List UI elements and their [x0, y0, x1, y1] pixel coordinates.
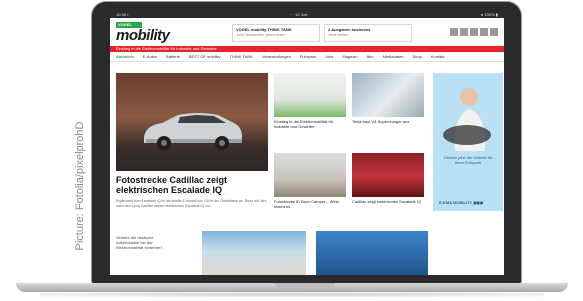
status-right: ● 100% ▮	[480, 12, 498, 17]
header-promo-1[interactable]: VOGEL mobility THINK TANK Jetzt Newslett…	[232, 24, 320, 42]
main-nav: Aktuelles E-Autos Batterie BEST OF mobil…	[110, 52, 504, 62]
charger-image	[274, 73, 346, 117]
nav-item[interactable]: E-Autos	[143, 52, 157, 61]
nav-item[interactable]: Fuhrpark	[300, 52, 316, 61]
hero-text: Fotostrecke Cadillac zeigt elektrischen …	[116, 175, 268, 208]
nav-item[interactable]: Aktuelles	[116, 52, 134, 61]
promo-2-sub: Jetzt testen	[328, 32, 349, 37]
camper-van-image[interactable]	[202, 231, 306, 275]
laptop-shadow	[40, 292, 544, 297]
menu-icon[interactable]	[490, 28, 498, 36]
content-grid: Fotostrecke Cadillac zeigt elektrischen …	[116, 73, 503, 275]
share-icon[interactable]	[480, 28, 488, 36]
status-left: 10:30 ▪	[116, 12, 129, 17]
promo-1-sub: Jetzt Newsletter abonnieren	[236, 32, 286, 37]
laptop-screen: 10:30 ▪ ··· 12 Jun. ● 100% ▮ VOGEL mobil…	[110, 11, 504, 275]
nav-item[interactable]: Shop	[413, 52, 422, 61]
article-tile[interactable]: Tesla baut V4-Supercharger aus	[352, 73, 424, 124]
sidebar-ad[interactable]: Gewinn jetzt die Vorteile für Ihren Fuhr…	[433, 73, 503, 211]
article-tile[interactable]: Fotostrecke ID Buzz Camper – Wirtz macht…	[274, 153, 346, 209]
tile-title: Fotostrecke ID Buzz Camper – Wirtz macht…	[274, 199, 339, 210]
ad-footer: E-KMA MOBILITY ◼◼◼	[439, 200, 484, 205]
bridge-image[interactable]	[316, 231, 428, 275]
nav-item[interactable]: Mediadaten	[383, 52, 404, 61]
ad-person-image	[443, 88, 491, 151]
article-tile[interactable]: Cadillac zeigt elektrischen Escalade IQ	[352, 153, 424, 204]
hero-image[interactable]	[116, 73, 268, 171]
status-bar: 10:30 ▪ ··· 12 Jun. ● 100% ▮	[110, 11, 504, 18]
user-icon[interactable]	[460, 28, 468, 36]
nav-item[interactable]: Batterie	[166, 52, 180, 61]
search-icon[interactable]	[450, 28, 458, 36]
ad-text: Gewinn jetzt die Vorteile für Ihren Fuhr…	[443, 155, 493, 166]
escalade-image	[352, 153, 424, 197]
hero-excerpt: Ergänzend zum Escalade IQ ist die zweite…	[116, 198, 267, 208]
nav-item[interactable]: Kontakt	[431, 52, 445, 61]
article-tile[interactable]: Einstieg in die Elektromobilität für Ind…	[274, 73, 346, 129]
mail-icon[interactable]	[470, 28, 478, 36]
nav-item[interactable]: Abo	[366, 52, 373, 61]
nav-item[interactable]: Magazin	[342, 52, 357, 61]
site-logo[interactable]: VOGEL mobility	[116, 21, 170, 44]
site-header: VOGEL mobility VOGEL mobility THINK TANK…	[110, 18, 504, 46]
header-icons	[450, 28, 498, 36]
tile-title: Einstieg in die Elektromobilität für Ind…	[274, 119, 334, 130]
nav-item[interactable]: BEST OF mobility	[189, 52, 221, 61]
nav-item[interactable]: THINK TANK	[230, 52, 253, 61]
tile-title: Tesla baut V4-Supercharger aus	[352, 119, 410, 124]
suv-image	[144, 113, 242, 150]
header-promo-2[interactable]: 2 Ausgaben kostenlos Jetzt testen	[324, 24, 412, 42]
photo-credit-wrap: Picture: Fotolia/pixelprohD	[70, 90, 90, 290]
logo-name: mobility	[116, 26, 170, 44]
nav-item[interactable]: Veranstaltungen	[262, 52, 291, 61]
status-mid: ··· 12 Jun.	[290, 12, 309, 17]
camper-image	[274, 153, 346, 197]
supercharger-image	[352, 73, 424, 117]
photo-credit: Picture: Fotolia/pixelprohD	[74, 121, 86, 251]
tile-title: Cadillac zeigt elektrischen Escalade IQ	[352, 199, 422, 204]
laptop-notch	[275, 283, 335, 287]
hero-title[interactable]: Fotostrecke Cadillac zeigt elektrischen …	[116, 175, 268, 196]
nav-item[interactable]: Jobs	[325, 52, 333, 61]
bottom-teaser[interactable]: Verkehr die deutsche Autoindustrie bei d…	[116, 235, 176, 251]
